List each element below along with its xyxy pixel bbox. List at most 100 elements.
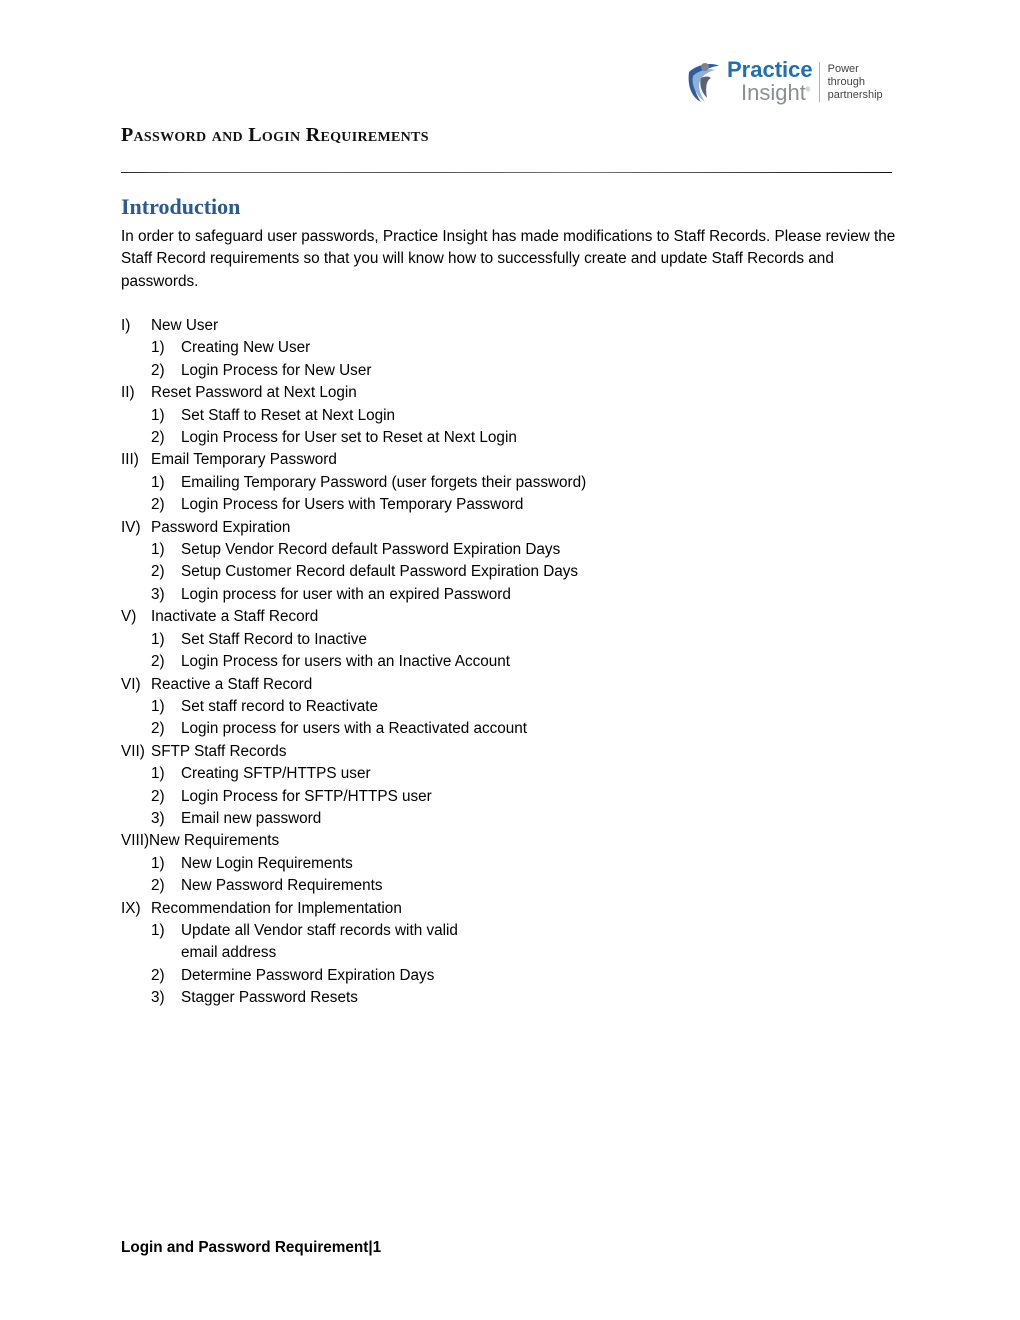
subsection-text: Creating SFTP/HTTPS user bbox=[181, 765, 371, 783]
subsection-number: 1) bbox=[151, 697, 165, 715]
section-heading-row: VII) SFTP Staff Records bbox=[121, 741, 721, 763]
footer-label: Login and Password Requirement bbox=[121, 1239, 369, 1256]
section-heading-row: V) Inactivate a Staff Record bbox=[121, 606, 721, 628]
logo-wordmark: Practice Insight® bbox=[727, 58, 813, 105]
page-footer: Login and Password Requirement|1 bbox=[121, 1239, 381, 1257]
section-number: IV) bbox=[121, 518, 141, 536]
subsection-text: Login Process for New User bbox=[181, 361, 372, 379]
subsection-text: New Password Requirements bbox=[181, 877, 383, 895]
subsection-item: 2) Login Process for SFTP/HTTPS user bbox=[151, 786, 721, 808]
subsection-text: Login Process for SFTP/HTTPS user bbox=[181, 787, 432, 805]
section-title: SFTP Staff Records bbox=[151, 742, 287, 760]
section-number: VIII) bbox=[121, 832, 150, 850]
section-number: V) bbox=[121, 608, 137, 626]
subsection-number: 2) bbox=[151, 787, 165, 805]
subsection-item: 1) New Login Requirements bbox=[151, 853, 721, 875]
section-number: VII) bbox=[121, 742, 145, 760]
section-heading-row: II) Reset Password at Next Login bbox=[121, 382, 721, 404]
logo-word-insight: Insight® bbox=[727, 79, 813, 105]
section-number: I) bbox=[121, 317, 131, 334]
outline-section: V) Inactivate a Staff Record 1) Set Staff R… bbox=[121, 606, 721, 673]
table-of-contents: I) New User 1) Creating New User 2) Login Pro… bbox=[121, 315, 721, 1010]
tagline-line-3: partnership bbox=[827, 88, 883, 101]
subsection-item: 2) Login process for users with a Reactiv… bbox=[151, 718, 721, 740]
outline-section: VII) SFTP Staff Records 1) Creating SFTP/HT… bbox=[121, 741, 721, 831]
section-number: III) bbox=[121, 451, 139, 469]
section-title: Reset Password at Next Login bbox=[151, 384, 357, 402]
subsection-item: 2) Login Process for Users with Temporary… bbox=[151, 494, 721, 516]
subsection-list: 1) Set staff record to Reactivate 2) Login … bbox=[121, 696, 721, 741]
subsection-item: 2) Login Process for User set to Reset at… bbox=[151, 427, 721, 449]
subsection-item: 1) Update all Vendor staff records with v… bbox=[151, 920, 721, 965]
subsection-item: 3) Stagger Password Resets bbox=[151, 987, 721, 1009]
subsection-number: 3) bbox=[151, 585, 165, 603]
section-heading-row: IX) Recommendation for Implementation bbox=[121, 898, 721, 920]
company-logo: Practice Insight® Power through partners… bbox=[683, 56, 903, 108]
subsection-number: 1) bbox=[151, 541, 165, 559]
section-heading-row: VI) Reactive a Staff Record bbox=[121, 674, 721, 696]
subsection-number: 1) bbox=[151, 765, 165, 783]
subsection-text: Set Staff Record to Inactive bbox=[181, 630, 367, 648]
outline-section: VIII) New Requirements 1) New Login Require… bbox=[121, 830, 721, 897]
outline-section: III) Email Temporary Password 1) Emailing T… bbox=[121, 449, 721, 516]
subsection-list: 1) Emailing Temporary Password (user forg… bbox=[121, 472, 721, 517]
outline-section: IX) Recommendation for Implementation 1) Up… bbox=[121, 898, 721, 1010]
section-title: New Requirements bbox=[149, 832, 280, 850]
introduction-heading: Introduction bbox=[121, 194, 241, 219]
subsection-item: 1) Emailing Temporary Password (user forg… bbox=[151, 472, 721, 494]
subsection-item: 1) Setup Vendor Record default Password E… bbox=[151, 539, 721, 561]
subsection-text: Emailing Temporary Password (user forget… bbox=[181, 473, 587, 491]
subsection-text: Update all Vendor staff records with val… bbox=[181, 921, 458, 962]
subsection-number: 1) bbox=[151, 854, 165, 872]
subsection-text: Setup Vendor Record default Password Exp… bbox=[181, 541, 561, 559]
tagline-line-1: Power bbox=[827, 62, 859, 75]
subsection-number: 1) bbox=[151, 921, 165, 939]
subsection-list: 1) Setup Vendor Record default Password E… bbox=[121, 539, 721, 606]
section-title: Inactivate a Staff Record bbox=[151, 608, 319, 626]
subsection-item: 1) Set staff record to Reactivate bbox=[151, 696, 721, 718]
practice-insight-logo-icon bbox=[688, 63, 719, 102]
subsection-number: 2) bbox=[151, 877, 165, 895]
section-title: Reactive a Staff Record bbox=[151, 675, 313, 693]
subsection-number: 2) bbox=[151, 429, 165, 447]
outline-section: IV) Password Expiration 1) Setup Vendor Rec… bbox=[121, 517, 721, 607]
subsection-list: 1) Set Staff to Reset at Next Login 2) Logi… bbox=[121, 405, 721, 450]
subsection-text: Set staff record to Reactivate bbox=[181, 697, 378, 715]
subsection-text: Login Process for users with an Inactive… bbox=[181, 653, 511, 671]
tagline-line-2: through bbox=[827, 75, 865, 88]
subsection-item: 1) Set Staff Record to Inactive bbox=[151, 629, 721, 651]
section-heading-row: III) Email Temporary Password bbox=[121, 449, 721, 471]
subsection-item: 2) Login Process for New User bbox=[151, 360, 721, 382]
subsection-number: 1) bbox=[151, 630, 165, 648]
subsection-number: 1) bbox=[151, 406, 165, 424]
subsection-number: 3) bbox=[151, 809, 165, 827]
subsection-item: 3) Login process for user with an expired… bbox=[151, 584, 721, 606]
subsection-text: New Login Requirements bbox=[181, 854, 353, 872]
subsection-number: 2) bbox=[151, 966, 165, 984]
subsection-number: 3) bbox=[151, 989, 165, 1007]
section-title: Password Expiration bbox=[151, 518, 291, 536]
registered-mark: ® bbox=[805, 87, 811, 94]
section-title: New User bbox=[151, 317, 219, 334]
subsection-text: Stagger Password Resets bbox=[181, 989, 358, 1007]
subsection-number: 2) bbox=[151, 361, 165, 379]
section-number: IX) bbox=[121, 899, 141, 917]
subsection-list: 1) Creating New User 2) Login Process for N… bbox=[121, 337, 721, 382]
subsection-text: Determine Password Expiration Days bbox=[181, 966, 435, 984]
logo-divider bbox=[818, 62, 820, 102]
subsection-text: Setup Customer Record default Password E… bbox=[181, 563, 579, 581]
title-divider bbox=[121, 172, 892, 173]
subsection-list: 1) Creating SFTP/HTTPS user 2) Login Proces… bbox=[121, 763, 721, 830]
subsection-text: Login process for users with a Reactivat… bbox=[181, 720, 528, 738]
subsection-list: 1) Update all Vendor staff records with v… bbox=[121, 920, 721, 1010]
subsection-text: Email new password bbox=[181, 809, 322, 827]
outline-section: I) New User 1) Creating New User 2) Login Pro… bbox=[121, 315, 721, 382]
subsection-number: 1) bbox=[151, 473, 165, 491]
document-title: Password and Login Requirements bbox=[121, 124, 429, 146]
subsection-number: 2) bbox=[151, 496, 165, 514]
logo-word-insight-text: Insight bbox=[741, 79, 806, 105]
section-title: Email Temporary Password bbox=[151, 451, 337, 469]
subsection-number: 2) bbox=[151, 653, 165, 671]
subsection-text: Login Process for User set to Reset at N… bbox=[181, 429, 517, 447]
section-heading-row: VIII) New Requirements bbox=[121, 830, 721, 852]
